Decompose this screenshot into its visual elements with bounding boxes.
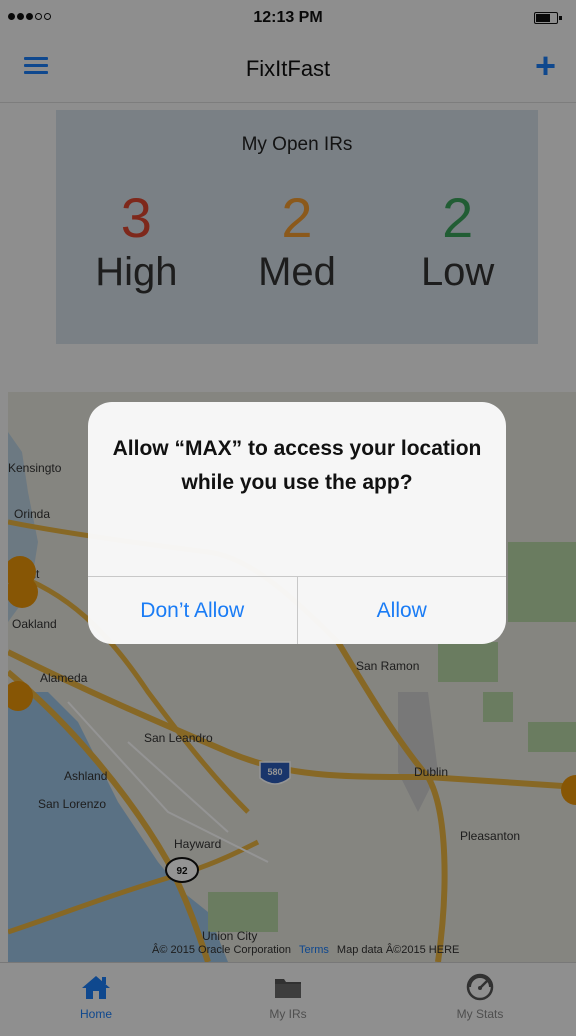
allow-button[interactable]: Allow	[296, 577, 507, 644]
location-permission-alert: Allow “MAX” to access your location whil…	[88, 402, 506, 644]
alert-actions: Don’t Allow Allow	[88, 576, 506, 644]
dont-allow-button[interactable]: Don’t Allow	[88, 577, 297, 644]
alert-message: Allow “MAX” to access your location whil…	[112, 437, 482, 494]
